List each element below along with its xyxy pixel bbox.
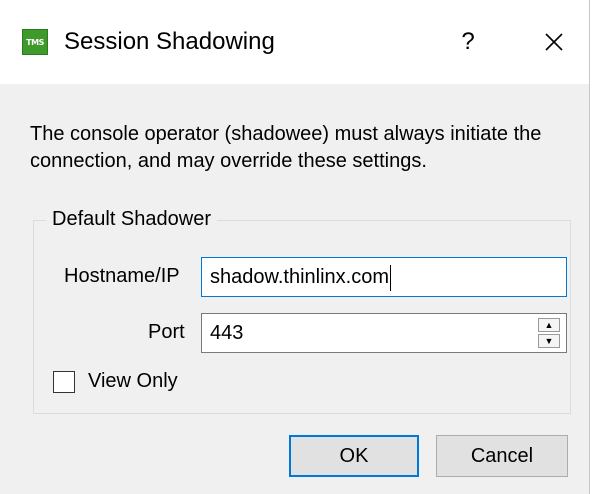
title-bar: TMS Session Shadowing ? <box>0 0 589 84</box>
hostname-input[interactable]: shadow.thinlinx.com <box>201 257 567 297</box>
arrow-down-icon: ▼ <box>544 336 554 346</box>
hostname-value: shadow.thinlinx.com <box>210 266 389 288</box>
close-icon <box>545 33 563 51</box>
help-button[interactable]: ? <box>448 22 488 62</box>
window-title: Session Shadowing <box>64 28 275 55</box>
session-shadowing-dialog: TMS Session Shadowing ? The console oper… <box>0 0 590 494</box>
close-button[interactable] <box>534 22 574 62</box>
cancel-button[interactable]: Cancel <box>436 435 568 477</box>
port-value: 443 <box>210 322 244 344</box>
hostname-label: Hostname/IP <box>64 265 180 287</box>
port-spinner: ▲ ▼ <box>538 318 560 348</box>
text-caret <box>389 264 391 291</box>
app-icon-text: TMS <box>26 37 44 47</box>
ok-button[interactable]: OK <box>289 435 419 477</box>
group-title: Default Shadower <box>46 208 217 231</box>
view-only-checkbox[interactable] <box>53 371 75 393</box>
background-edge <box>590 0 602 494</box>
spin-up-button[interactable]: ▲ <box>538 318 560 332</box>
port-spinbox[interactable]: 443 ▲ ▼ <box>201 313 567 353</box>
app-icon: TMS <box>22 29 48 55</box>
view-only-label[interactable]: View Only <box>88 370 178 393</box>
port-label: Port <box>148 321 185 343</box>
description-text: The console operator (shadowee) must alw… <box>30 123 542 172</box>
spin-down-button[interactable]: ▼ <box>538 334 560 348</box>
arrow-up-icon: ▲ <box>544 320 554 330</box>
